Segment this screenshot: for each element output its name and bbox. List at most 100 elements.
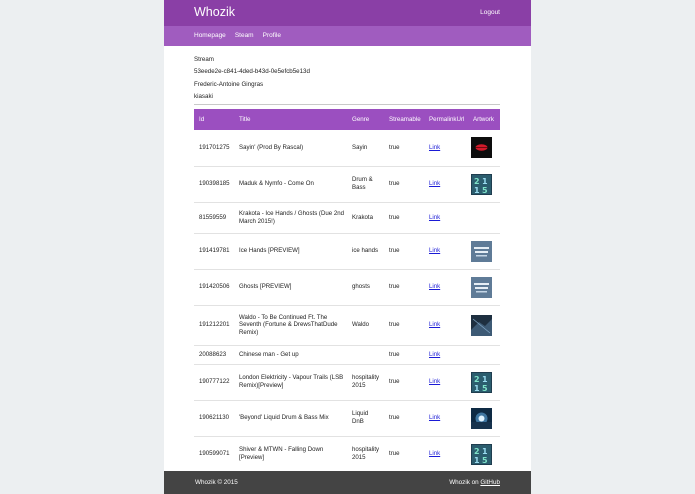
cell-id: 190621130 — [194, 400, 234, 437]
permalink-link[interactable]: Link — [429, 283, 440, 290]
cell-artwork — [468, 345, 500, 365]
cell-artwork — [468, 269, 500, 306]
cell-genre: Sayin — [347, 130, 384, 167]
nav-item-homepage[interactable]: Homepage — [194, 32, 226, 39]
cell-streamable: true — [384, 130, 424, 167]
cell-title: Krakota - Ice Hands / Ghosts (Due 2nd Ma… — [234, 202, 347, 234]
permalink-link[interactable]: Link — [429, 321, 440, 328]
2015-teal-artwork: 2 11 5 — [471, 371, 492, 393]
2015-teal-artwork: 2 11 5 — [471, 443, 492, 465]
column-header-artwork: Artwork — [473, 116, 494, 123]
permalink-link[interactable]: Link — [429, 214, 440, 221]
2015-teal-artwork: 2 11 5 — [471, 173, 492, 195]
cell-title: Maduk & Nymfo - Come On — [234, 166, 347, 203]
cell-id: 191701275 — [194, 130, 234, 167]
footer-right: Whozik on GitHub — [449, 479, 500, 486]
column-header-id: Id — [199, 116, 205, 123]
cell-genre: hospitality 2015 — [347, 364, 384, 401]
table-row: 191212201 Waldo - To Be Continued Ft. The… — [194, 305, 500, 346]
tracks-table: Id Title Genre Streamable PermalinkUrl A… — [194, 109, 500, 473]
stream-label: Stream — [194, 56, 214, 63]
cell-streamable: true — [384, 400, 424, 437]
cell-streamable: true — [384, 364, 424, 401]
cell-id: 81559559 — [194, 202, 234, 234]
cell-genre: ice hands — [347, 233, 384, 270]
permalink-link[interactable]: Link — [429, 351, 440, 358]
column-header-permalink: PermalinkUrl — [429, 116, 465, 123]
cell-streamable: true — [384, 166, 424, 203]
svg-text:5: 5 — [482, 186, 488, 195]
cell-title: Shiver & MTWN - Falling Down [Preview] — [234, 436, 347, 473]
cell-artwork — [468, 202, 500, 234]
cell-id: 20088623 — [194, 345, 234, 365]
svg-text:5: 5 — [482, 456, 488, 465]
cell-streamable: true — [384, 436, 424, 473]
svg-text:2: 2 — [474, 177, 480, 186]
permalink-link[interactable]: Link — [429, 247, 440, 254]
nav-bar: Homepage Steam Profile — [164, 26, 531, 46]
nav-item-profile[interactable]: Profile — [263, 32, 281, 39]
light-burst-artwork — [471, 407, 492, 429]
cell-artwork: 2115 — [468, 436, 500, 473]
blue-text-artwork — [471, 240, 492, 262]
page-container: Whozik Logout Homepage Steam Profile Str… — [164, 0, 531, 494]
cell-permalink: Link — [424, 130, 468, 167]
logout-link[interactable]: Logout — [480, 9, 500, 16]
github-link[interactable]: GitHub — [480, 479, 500, 486]
column-header-genre: Genre — [352, 116, 370, 123]
cell-permalink: Link — [424, 233, 468, 270]
cell-streamable: true — [384, 305, 424, 346]
cell-permalink: Link — [424, 305, 468, 346]
cell-id: 191212201 — [194, 305, 234, 346]
table-row: 190777122 London Elektricity - Vapour Tra… — [194, 364, 500, 401]
svg-text:1: 1 — [474, 384, 480, 393]
cell-permalink: Link — [424, 364, 468, 401]
svg-text:1: 1 — [482, 177, 488, 186]
permalink-link[interactable]: Link — [429, 180, 440, 187]
cell-id: 190398185 — [194, 166, 234, 203]
cell-genre — [347, 345, 384, 365]
cell-artwork — [468, 233, 500, 270]
cell-permalink: Link — [424, 166, 468, 203]
cell-title: London Elektricity - Vapour Trails (LSB … — [234, 364, 347, 401]
table-row: 191701275 Sayin' (Prod By Rascal) Sayin tru… — [194, 130, 500, 167]
cell-streamable: true — [384, 345, 424, 365]
stream-id: 53eede2e-c841-4ded-b43d-0e5efcb5e13d — [194, 68, 310, 76]
permalink-link[interactable]: Link — [429, 450, 440, 457]
cell-id: 191419781 — [194, 233, 234, 270]
cell-genre: Liquid DnB — [347, 400, 384, 437]
table-row: 20088623 Chinese man - Get up true Link — [194, 345, 500, 365]
svg-text:1: 1 — [474, 186, 480, 195]
cell-permalink: Link — [424, 436, 468, 473]
cell-title: 'Beyond' Liquid Drum & Bass Mix — [234, 400, 347, 437]
cell-id: 190599071 — [194, 436, 234, 473]
permalink-link[interactable]: Link — [429, 414, 440, 421]
cell-title: Ghosts [PREVIEW] — [234, 269, 347, 306]
footer-on-text: Whozik on — [449, 479, 481, 486]
permalink-link[interactable]: Link — [429, 378, 440, 385]
blue-text-artwork — [471, 276, 492, 298]
footer-copyright: Whozik © 2015 — [195, 479, 238, 486]
user-name: Frederic-Antoine Gingras — [194, 80, 264, 88]
red-lips-artwork — [471, 137, 492, 159]
svg-text:2: 2 — [474, 375, 480, 384]
cell-artwork — [468, 130, 500, 167]
cell-permalink: Link — [424, 269, 468, 306]
table-row: 190621130 'Beyond' Liquid Drum & Bass Mix… — [194, 400, 500, 437]
stream-info: Stream 53eede2e-c841-4ded-b43d-0e5efcb5e… — [194, 56, 310, 105]
table-row: 191420506 Ghosts [PREVIEW] ghosts true Link — [194, 269, 500, 306]
cell-streamable: true — [384, 202, 424, 234]
nav-item-steam[interactable]: Steam — [235, 32, 254, 39]
dark-blue-artwork — [471, 314, 492, 336]
cell-id: 191420506 — [194, 269, 234, 306]
column-header-title: Title — [239, 116, 251, 123]
cell-title: Waldo - To Be Continued Ft. The Seventh … — [234, 305, 347, 346]
svg-text:1: 1 — [474, 456, 480, 465]
cell-genre: hospitality 2015 — [347, 436, 384, 473]
table-row: 190599071 Shiver & MTWN - Falling Down [P… — [194, 436, 500, 473]
brand-logo[interactable]: Whozik — [194, 5, 235, 19]
column-header-streamable: Streamable — [389, 116, 421, 123]
svg-text:2: 2 — [474, 447, 480, 456]
permalink-link[interactable]: Link — [429, 144, 440, 151]
cell-title: Sayin' (Prod By Rascal) — [234, 130, 347, 167]
